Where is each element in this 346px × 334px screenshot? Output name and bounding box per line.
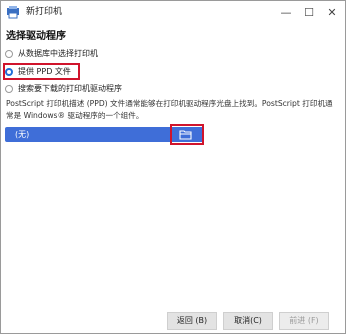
printer-app-icon bbox=[7, 6, 19, 19]
file-chooser-value: (无) bbox=[15, 130, 30, 139]
folder-open-icon[interactable] bbox=[179, 129, 193, 140]
window-title: 新打印机 bbox=[26, 7, 63, 17]
description-line-2: 常是 Windows® 驱动程序的一个组件。 bbox=[6, 111, 144, 120]
description-line-1: PostScript 打印机描述 (PPD) 文件通常能够在打印机驱动程序光盘上… bbox=[6, 99, 333, 108]
cancel-button[interactable]: 取消(C) bbox=[223, 312, 273, 330]
new-printer-dialog: 新打印机 — ☐ ✕ 选择驱动程序 从数据库中选择打印机 提供 PPD 文件 搜… bbox=[0, 0, 346, 334]
page-heading: 选择驱动程序 bbox=[6, 31, 66, 42]
title-bar: 新打印机 — ☐ ✕ bbox=[1, 1, 345, 23]
ppd-description: PostScript 打印机描述 (PPD) 文件通常能够在打印机驱动程序光盘上… bbox=[6, 98, 344, 122]
option-select-from-database[interactable]: 从数据库中选择打印机 bbox=[5, 47, 98, 60]
option-label: 从数据库中选择打印机 bbox=[18, 49, 98, 58]
back-button[interactable]: 返回 (B) bbox=[167, 312, 217, 330]
option-label: 搜索要下载的打印机驱动程序 bbox=[18, 84, 122, 93]
radio-button[interactable] bbox=[5, 84, 13, 93]
maximize-icon: ☐ bbox=[304, 5, 314, 19]
highlight-frame bbox=[3, 63, 80, 80]
minimize-icon: — bbox=[280, 5, 292, 19]
option-search-driver-download[interactable]: 搜索要下载的打印机驱动程序 bbox=[5, 82, 122, 95]
forward-button[interactable]: 前进 (F) bbox=[279, 312, 329, 330]
radio-button[interactable] bbox=[5, 49, 13, 58]
close-icon: ✕ bbox=[327, 5, 337, 19]
close-button[interactable]: ✕ bbox=[320, 1, 344, 23]
maximize-button[interactable]: ☐ bbox=[297, 1, 321, 23]
minimize-button[interactable]: — bbox=[274, 1, 298, 23]
